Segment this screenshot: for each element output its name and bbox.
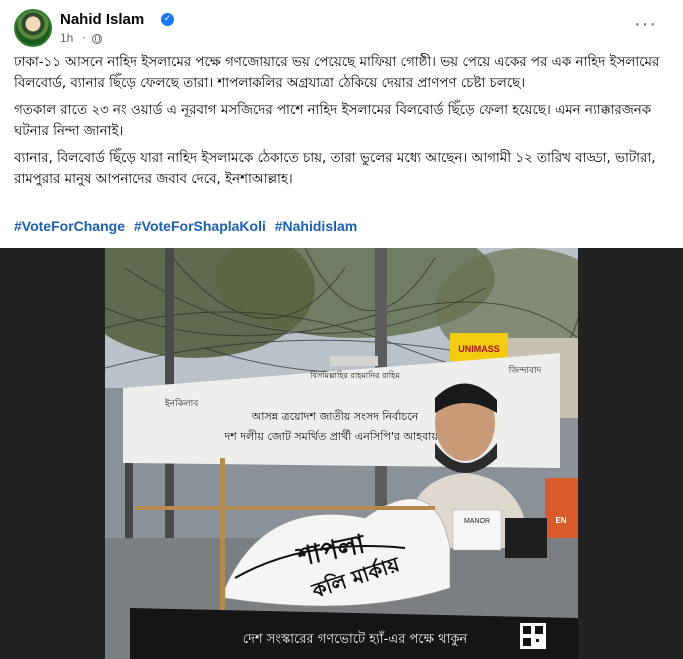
street-scene-illustration: UNIMASS EN ইনকিলাব বিসমিল্লাহির রাহমানির… bbox=[105, 248, 578, 659]
post-paragraph: ঢাকা-১১ আসনে নাহিদ ইসলামের পক্ষে গণজোয়া… bbox=[14, 55, 660, 91]
verified-badge-icon: ✓ bbox=[161, 13, 174, 26]
post-paragraph: গতকাল রাতে ২৩ নং ওয়ার্ড এ নূরবাগ মসজিদে… bbox=[14, 103, 652, 139]
avatar[interactable] bbox=[14, 9, 52, 47]
post-photo[interactable]: UNIMASS EN ইনকিলাব বিসমিল্লাহির রাহমানির… bbox=[105, 248, 578, 659]
separator-dot: · bbox=[82, 31, 86, 45]
post-timestamp[interactable]: 1h bbox=[60, 31, 73, 45]
banner-bismillah-text: বিসমিল্লাহির রাহমানির রাহিম bbox=[309, 371, 400, 380]
bottom-strip-text: দেশ সংস্কারের গণভোটে হ্যাঁ-এর পক্ষে থাকু… bbox=[243, 631, 468, 647]
hashtag-link[interactable]: #VoteForShaplaKoli bbox=[134, 218, 266, 234]
hashtag-row: #VoteForChange #VoteForShaplaKoli #Nahid… bbox=[14, 218, 664, 234]
facebook-post: Nahid Islam ✓ 1h · ··· ঢাকা-১১ আসনে নাহি… bbox=[0, 0, 683, 659]
banner-line-2: দশ দলীয় জোট সমর্থিত প্রার্থী এনসিপি'র আ… bbox=[223, 430, 445, 443]
post-photo-container[interactable]: UNIMASS EN ইনকিলাব বিসমিল্লাহির রাহমানির… bbox=[0, 248, 683, 659]
banner-right-text: জিন্দাবাদ bbox=[508, 365, 542, 376]
post-header: Nahid Islam ✓ 1h · ··· bbox=[14, 9, 673, 47]
hashtag-link[interactable]: #VoteForChange bbox=[14, 218, 125, 234]
author-name[interactable]: Nahid Islam bbox=[60, 11, 144, 28]
side-sign-text: EN bbox=[555, 516, 566, 525]
banner-line-1: আসন্ন ত্রয়োদশ জাতীয় সংসদ নির্বাচনে bbox=[251, 410, 419, 423]
hashtag-link[interactable]: #Nahidislam bbox=[275, 218, 357, 234]
manor-sign-text: MANOR bbox=[464, 518, 490, 525]
globe-icon bbox=[92, 34, 102, 44]
post-body: ঢাকা-১১ আসনে নাহিদ ইসলামের পক্ষে গণজোয়া… bbox=[14, 52, 666, 196]
unimass-sign-text: UNIMASS bbox=[458, 344, 500, 354]
banner-left-text: ইনকিলাব bbox=[164, 398, 199, 409]
more-options-icon[interactable]: ··· bbox=[634, 13, 657, 36]
post-paragraph: ব্যানার, বিলবোর্ড ছিঁড়ে যারা নাহিদ ইসলা… bbox=[14, 151, 656, 187]
